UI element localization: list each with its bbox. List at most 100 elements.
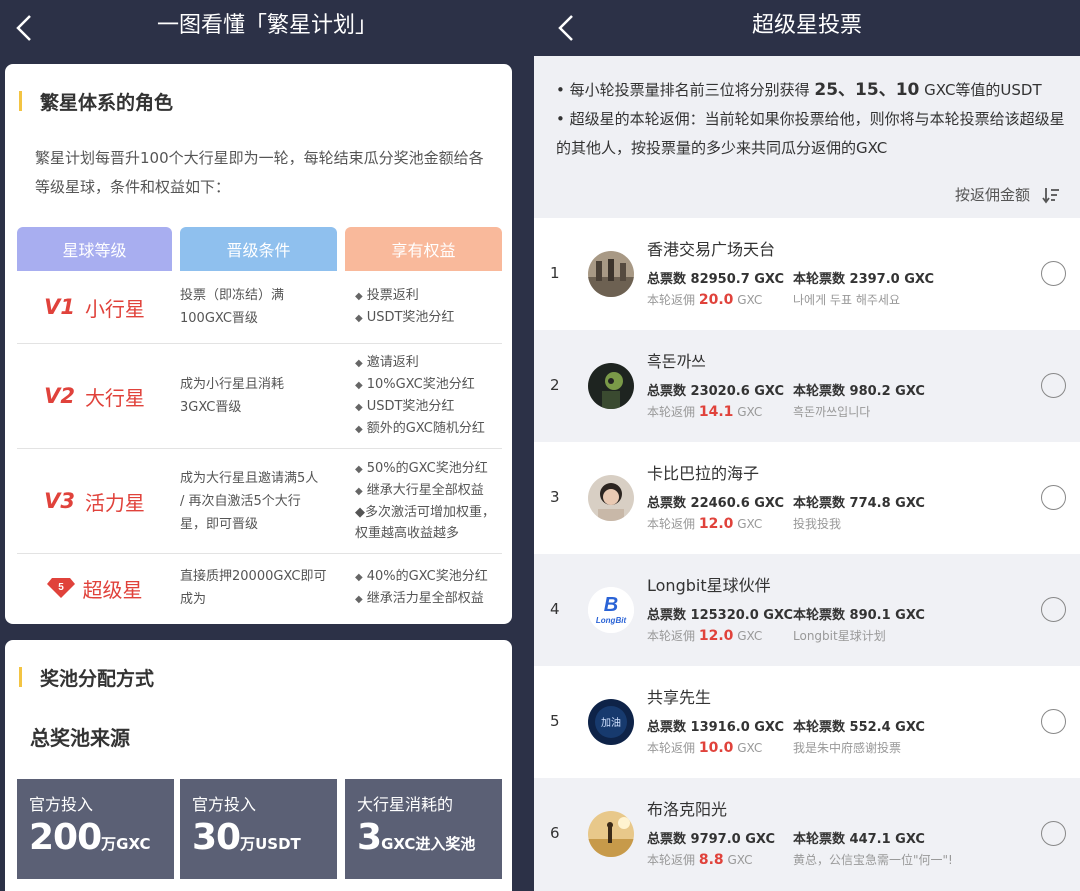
benefit-text: 邀请返利 bbox=[366, 355, 419, 370]
vote-list-item[interactable]: 3 卡比巴拉的海子 总票数 22460.6 GXC 本轮票数 774.8 GXC… bbox=[534, 442, 1080, 554]
round-rebate: 本轮返佣 12.0 GXC bbox=[647, 627, 762, 644]
diamond-bullet-icon: ◆ bbox=[355, 358, 363, 369]
candidate-message: 흑돈까쓰입니다 bbox=[793, 405, 871, 419]
candidate-message: 投我投我 bbox=[793, 517, 842, 531]
gem-number: 5 bbox=[58, 582, 64, 593]
avatar bbox=[588, 251, 634, 297]
vote-radio[interactable] bbox=[1041, 485, 1066, 510]
pool-source-number: 30 bbox=[192, 817, 241, 858]
level-name: 活力星 bbox=[84, 490, 145, 515]
rebate-label: 本轮返佣 bbox=[647, 853, 696, 867]
super-star-gem-icon: 5 bbox=[46, 577, 75, 599]
pool-source-value: 3GXC进入奖池 bbox=[357, 817, 475, 858]
benefit-item: ◆ 50%的GXC奖池分红 bbox=[355, 458, 505, 480]
benefit-item: ◆ 40%的GXC奖池分红 bbox=[355, 566, 505, 588]
left-screen: 一图看懂「繁星计划」 繁星体系的角色 繁星计划每晋升100个大行星即为一轮，每轮… bbox=[0, 0, 534, 891]
total-votes: 总票数 125320.0 GXC bbox=[647, 608, 794, 623]
rebate-label: 本轮返佣 bbox=[647, 293, 696, 307]
level-prefix: V2 bbox=[44, 384, 75, 408]
benefit-text: 50%的GXC奖池分红 bbox=[366, 461, 488, 476]
total-votes: 总票数 22460.6 GXC bbox=[647, 496, 785, 511]
benefit-text: 继承活力星全部权益 bbox=[366, 591, 484, 606]
round-votes: 本轮票数 552.4 GXC bbox=[793, 720, 925, 735]
benefit-text: 额外的GXC随机分红 bbox=[366, 421, 485, 436]
avatar bbox=[588, 475, 634, 521]
pool-source-unit: GXC进入奖池 bbox=[381, 835, 476, 853]
pool-card: 奖池分配方式 总奖池来源 官方投入 200万GXC 官方投入 30万USDT 大… bbox=[5, 640, 512, 891]
round-rebate: 本轮返佣 14.1 GXC bbox=[647, 403, 762, 420]
pool-source-unit: 万USDT bbox=[240, 835, 301, 853]
table-header-benefit: 享有权益 bbox=[345, 227, 502, 271]
benefit-cell: ◆ 50%的GXC奖池分红 ◆ 继承大行星全部权益 ◆多次激活可增加权重，权重越高收… bbox=[355, 449, 505, 553]
longbit-logo-avatar: B LongBit bbox=[588, 587, 634, 633]
round-rebate: 本轮返佣 12.0 GXC bbox=[647, 515, 762, 532]
vote-list-item[interactable]: 5 加油 共享先生 总票数 13916.0 GXC 本轮票数 552.4 GXC… bbox=[534, 666, 1080, 778]
condition-cell: 成为小行星且消耗3GXC晋级 bbox=[180, 377, 285, 415]
pool-source-box: 大行星消耗的 3GXC进入奖池 bbox=[345, 779, 502, 879]
round-votes: 本轮票数 890.1 GXC bbox=[793, 608, 925, 623]
benefit-item: ◆ 继承活力星全部权益 bbox=[355, 588, 505, 610]
level-prefix: V1 bbox=[44, 295, 75, 319]
pool-source-label: 大行星消耗的 bbox=[357, 795, 454, 814]
table-header-condition: 晋级条件 bbox=[180, 227, 337, 271]
rebate-label: 本轮返佣 bbox=[647, 741, 696, 755]
sort-control[interactable]: 按返佣金额 bbox=[955, 184, 1060, 205]
notice-text: • 每小轮投票量排名前三位将分别获得 bbox=[556, 81, 815, 99]
diamond-bullet-icon: ◆ bbox=[355, 291, 363, 302]
benefit-item: ◆ USDT奖池分红 bbox=[355, 396, 505, 418]
roles-card: 繁星体系的角色 繁星计划每晋升100个大行星即为一轮，每轮结束瓜分奖池金额给各等… bbox=[5, 64, 512, 624]
sort-descending-icon bbox=[1042, 186, 1060, 204]
rank-number: 5 bbox=[550, 712, 560, 730]
vote-radio[interactable] bbox=[1041, 709, 1066, 734]
benefit-item: ◆ 继承大行星全部权益 bbox=[355, 480, 505, 502]
rebate-unit: GXC bbox=[737, 517, 763, 531]
diamond-bullet-icon: ◆ bbox=[355, 505, 365, 520]
table-row: 5 超级星 直接质押20000GXC即可成为 ◆ 40%的GXC奖池分红 ◆ 继承活… bbox=[17, 554, 502, 622]
roles-intro-text: 繁星计划每晋升100个大行星即为一轮，每轮结束瓜分奖池金额给各等级星球，条件和权… bbox=[35, 149, 484, 196]
vote-list-item[interactable]: 6 布洛克阳光 总票数 9797.0 GXC 本轮票数 447.1 GXC 本轮… bbox=[534, 778, 1080, 890]
total-votes: 总票数 23020.6 GXC bbox=[647, 384, 785, 399]
diamond-bullet-icon: ◆ bbox=[355, 313, 363, 324]
svg-text:B: B bbox=[604, 594, 618, 616]
vote-list-item[interactable]: 1 香港交易广场天台 总票数 82950.7 GXC 本轮票数 2397.0 G… bbox=[534, 218, 1080, 330]
vote-list-item[interactable]: 2 흑돈까쓰 总票数 23020.6 GXC 本轮票数 980.2 GXC 本轮… bbox=[534, 330, 1080, 442]
avatar bbox=[588, 363, 634, 409]
diamond-bullet-icon: ◆ bbox=[355, 424, 363, 435]
vote-radio[interactable] bbox=[1041, 597, 1066, 622]
candidate-message: Longbit星球计划 bbox=[793, 629, 886, 643]
diamond-bullet-icon: ◆ bbox=[355, 486, 363, 497]
pool-source-value: 30万USDT bbox=[192, 817, 301, 858]
benefit-text: 10%GXC奖池分红 bbox=[366, 377, 475, 392]
benefit-text: USDT奖池分红 bbox=[366, 399, 455, 414]
logo-text: LongBit bbox=[596, 616, 627, 625]
condition-cell: 投票（即冻结）满100GXC晋级 bbox=[180, 288, 285, 326]
round-rebate: 本轮返佣 8.8 GXC bbox=[647, 851, 753, 868]
round-votes: 本轮票数 980.2 GXC bbox=[793, 384, 925, 399]
diamond-bullet-icon: ◆ bbox=[355, 572, 363, 583]
vote-list-item[interactable]: 4 B LongBit Longbit星球伙伴 总票数 125320.0 GXC … bbox=[534, 554, 1080, 666]
notice-reward-numbers: 25、15、10 bbox=[814, 80, 920, 100]
candidate-name: 布洛克阳光 bbox=[647, 800, 728, 819]
vote-radio[interactable] bbox=[1041, 373, 1066, 398]
vote-radio[interactable] bbox=[1041, 261, 1066, 286]
round-votes: 本轮票数 447.1 GXC bbox=[793, 832, 925, 847]
level-cell: 5 超级星 bbox=[17, 554, 172, 622]
pool-source-box: 官方投入 200万GXC bbox=[17, 779, 174, 879]
rebate-value: 8.8 bbox=[698, 852, 724, 868]
total-votes: 总票数 9797.0 GXC bbox=[647, 832, 775, 847]
rebate-label: 本轮返佣 bbox=[647, 405, 696, 419]
diamond-bullet-icon: ◆ bbox=[355, 380, 363, 391]
rank-number: 3 bbox=[550, 488, 560, 506]
section-accent-bar bbox=[19, 667, 22, 687]
benefit-item: ◆ 10%GXC奖池分红 bbox=[355, 374, 505, 396]
benefit-cell: ◆ 40%的GXC奖池分红 ◆ 继承活力星全部权益 bbox=[355, 554, 505, 622]
vote-radio[interactable] bbox=[1041, 821, 1066, 846]
table-row: V3 活力星 成为大行星且邀请满5人 / 再次自激活5个大行星，即可晋级 ◆ 50… bbox=[17, 449, 502, 554]
benefit-cell: ◆ 投票返利 ◆ USDT奖池分红 bbox=[355, 271, 505, 343]
benefit-text: 投票返利 bbox=[366, 288, 419, 303]
section-accent-bar bbox=[19, 91, 22, 111]
table-header-level: 星球等级 bbox=[17, 227, 172, 271]
candidate-name: 卡比巴拉的海子 bbox=[647, 464, 760, 483]
table-row: V2 大行星 成为小行星且消耗3GXC晋级 ◆ 邀请返利 ◆ 10%GXC奖池分红 … bbox=[17, 344, 502, 449]
rebate-label: 本轮返佣 bbox=[647, 517, 696, 531]
